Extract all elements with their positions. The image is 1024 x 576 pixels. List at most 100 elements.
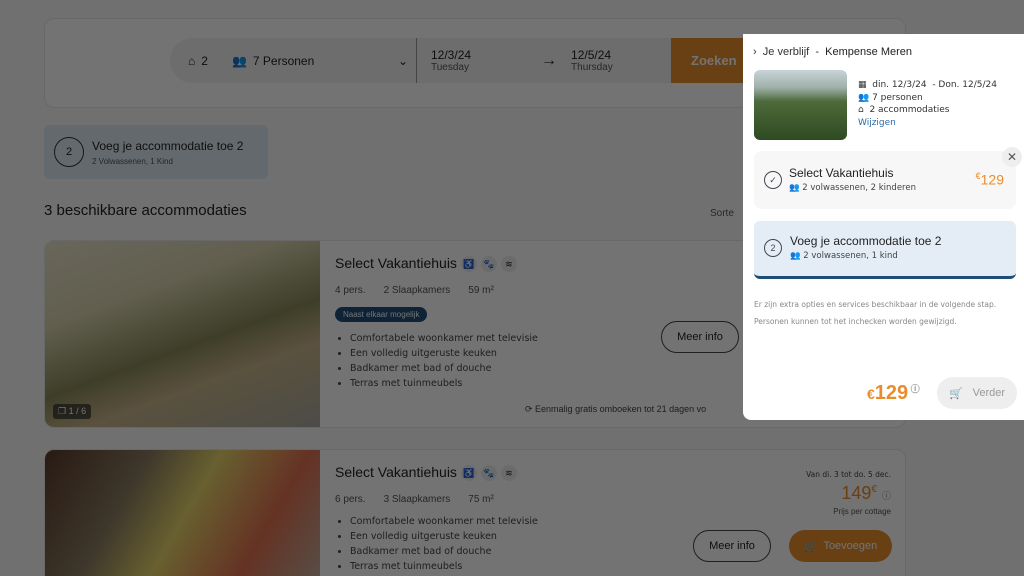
add-button[interactable]: 🛒 Toevoegen bbox=[789, 530, 892, 562]
sort-dropdown[interactable]: Sorte bbox=[710, 208, 734, 219]
feature-item: Een volledig uitgeruste keuken bbox=[350, 529, 538, 544]
wifi-icon: ≋ bbox=[500, 465, 517, 482]
persons-feature: 4 pers. bbox=[335, 285, 366, 296]
remove-accommodation-button[interactable]: ✕ bbox=[1002, 147, 1022, 167]
accommodation-title-text: Select Vakantiehuis bbox=[335, 464, 457, 480]
more-info-button[interactable]: Meer info bbox=[693, 530, 771, 562]
price: 149€ ⓘ bbox=[806, 483, 891, 504]
chevron-right-icon[interactable]: › bbox=[753, 46, 763, 58]
price-value: 149 bbox=[841, 483, 872, 503]
selected-accommodation[interactable]: ✓ Select Vakantiehuis 👥 2 volwassenen, 2… bbox=[754, 151, 1016, 209]
house-icon: ⌂ bbox=[188, 53, 196, 68]
area-feature: 75 m² bbox=[468, 494, 494, 505]
bedrooms-feature: 2 Slaapkamers bbox=[383, 285, 451, 296]
cart-icon: 🛒 bbox=[948, 387, 963, 400]
park-photo bbox=[754, 70, 847, 140]
calendar-icon: ▦ bbox=[858, 80, 873, 90]
panel-notes: Er zijn extra opties en services beschik… bbox=[754, 296, 996, 330]
change-link[interactable]: Wijzigen bbox=[858, 118, 896, 128]
area-feature: 59 m² bbox=[468, 285, 494, 296]
info-icon[interactable]: ⓘ bbox=[882, 491, 891, 501]
continue-label: Verder bbox=[972, 387, 1006, 399]
accessible-icon: ♿ bbox=[460, 256, 477, 273]
price-currency: € bbox=[871, 484, 877, 495]
more-info-button[interactable]: Meer info bbox=[661, 321, 739, 353]
persons-icon: 👥 bbox=[789, 183, 803, 193]
close-icon: ✕ bbox=[1006, 150, 1018, 164]
add-accommodation-subtitle: 2 Volwassenen, 1 Kind bbox=[92, 156, 173, 166]
bedrooms-feature: 3 Slaapkamers bbox=[383, 494, 451, 505]
houses-count: 2 bbox=[201, 53, 208, 68]
guests-selector[interactable]: ⌂ 2 👥 7 Personen ⌄ bbox=[188, 54, 408, 68]
pet-icon: 🐾 bbox=[480, 256, 497, 273]
price-note: Prijs per cottage bbox=[833, 507, 891, 516]
add-next-title: Voeg je accommodatie toe 2 bbox=[790, 234, 942, 248]
accommodations-count: 2 accommodaties bbox=[869, 105, 950, 115]
panel-header: › Je verblijf - Kempense Meren bbox=[753, 46, 912, 58]
refresh-icon: ⟳ bbox=[525, 404, 536, 414]
note-extra-options: Er zijn extra opties en services beschik… bbox=[754, 300, 997, 309]
arrow-right-icon: → bbox=[541, 51, 558, 69]
add-button-label: Toevoegen bbox=[823, 540, 878, 552]
accommodation-photo[interactable]: ❐ 1 / 6 bbox=[45, 241, 320, 427]
check-circle-icon: ✓ bbox=[764, 171, 782, 189]
feature-item: Terras met tuinmeubels bbox=[350, 559, 538, 574]
feature-list: Comfortabele woonkamer met televisie Een… bbox=[350, 331, 538, 391]
persons-feature: 6 pers. bbox=[335, 494, 366, 505]
feature-list: Comfortabele woonkamer met televisie Een… bbox=[350, 514, 538, 574]
accommodation-card: Select Vakantiehuis ♿ 🐾 ≋ 6 pers. 3 Slaapkam… bbox=[44, 449, 906, 576]
gallery-icon: ❐ bbox=[58, 406, 69, 416]
feature-item: Comfortabele woonkamer met televisie bbox=[350, 331, 538, 346]
total-currency: € bbox=[867, 386, 875, 402]
selected-price: €129 bbox=[976, 171, 1004, 188]
booking-summary-panel: › Je verblijf - Kempense Meren ▦ din. 12… bbox=[743, 34, 1024, 420]
cart-icon: 🛒 bbox=[803, 540, 818, 553]
house-icon: ⌂ bbox=[858, 105, 870, 115]
date-to-value: 12/5/24 bbox=[571, 48, 612, 62]
selected-title: Select Vakantiehuis bbox=[789, 166, 894, 180]
rebook-note: ⟳ Eenmalig gratis omboeken tot 21 dagen … bbox=[525, 404, 706, 415]
accessible-icon: ♿ bbox=[460, 465, 477, 482]
accommodation-title: Select Vakantiehuis ♿ 🐾 ≋ bbox=[335, 464, 517, 482]
accommodation-title: Select Vakantiehuis ♿ 🐾 ≋ bbox=[335, 255, 517, 273]
pet-icon: 🐾 bbox=[480, 465, 497, 482]
add-next-guests-text: 2 volwassenen, 1 kind bbox=[803, 251, 898, 261]
date-from-value: 12/3/24 bbox=[431, 48, 472, 62]
day-from: Tuesday bbox=[431, 62, 469, 73]
photo-counter: ❐ 1 / 6 bbox=[53, 404, 92, 419]
date-from: din. 12/3/24 bbox=[872, 80, 927, 90]
photo-counter-text: 1 / 6 bbox=[68, 406, 87, 416]
persons-count: 7 personen bbox=[872, 92, 923, 103]
add-accommodation-next[interactable]: 2 Voeg je accommodatie toe 2 👥 2 volwass… bbox=[754, 221, 1016, 279]
info-icon[interactable]: ⓘ bbox=[908, 384, 920, 394]
date-from[interactable]: 12/3/24 Tuesday bbox=[431, 48, 471, 73]
feature-item: Terras met tuinmeubels bbox=[350, 376, 538, 391]
add-accommodation-card[interactable]: 2 Voeg je accommodatie toe 2 2 Volwassene… bbox=[44, 125, 268, 179]
selected-guests: 👥 2 volwassenen, 2 kinderen bbox=[789, 183, 916, 193]
note-persons-change: Personen kunnen tot het inchecken worden… bbox=[754, 317, 957, 326]
add-accommodation-title: Voeg je accommodatie toe 2 bbox=[92, 138, 244, 153]
total-value: 129 bbox=[874, 382, 909, 404]
total-price: €129 ⓘ bbox=[867, 382, 920, 405]
feature-item: Comfortabele woonkamer met televisie bbox=[350, 514, 538, 529]
date-to: - Don. 12/5/24 bbox=[932, 80, 997, 90]
header-prefix: Je verblijf bbox=[762, 46, 810, 58]
rebook-text: Eenmalig gratis omboeken tot 21 dagen vo bbox=[535, 404, 707, 414]
stay-period: Van di. 3 tot do. 5 dec. bbox=[806, 470, 891, 479]
continue-button[interactable]: 🛒 Verder bbox=[937, 377, 1017, 409]
chevron-down-icon[interactable]: ⌄ bbox=[398, 54, 408, 68]
accommodation-photo[interactable] bbox=[45, 450, 320, 576]
persons-icon: 👥 bbox=[790, 251, 804, 261]
date-to[interactable]: 12/5/24 Thursday bbox=[571, 48, 613, 73]
stay-info: ▦ din. 12/3/24 - Don. 12/5/24 👥 7 person… bbox=[858, 79, 997, 129]
wifi-icon: ≋ bbox=[500, 256, 517, 273]
feature-item: Badkamer met bad of douche bbox=[350, 544, 538, 559]
persons-icon: 👥 bbox=[231, 53, 247, 68]
side-by-side-badge: Naast elkaar mogelijk bbox=[335, 307, 428, 322]
selected-price-value: 129 bbox=[980, 171, 1004, 188]
feature-item: Een volledig uitgeruste keuken bbox=[350, 346, 538, 361]
feature-item: Badkamer met bad of douche bbox=[350, 361, 538, 376]
accommodation-number-icon: 2 bbox=[764, 239, 782, 257]
persons-icon: 👥 bbox=[858, 92, 873, 103]
day-to: Thursday bbox=[571, 62, 613, 73]
